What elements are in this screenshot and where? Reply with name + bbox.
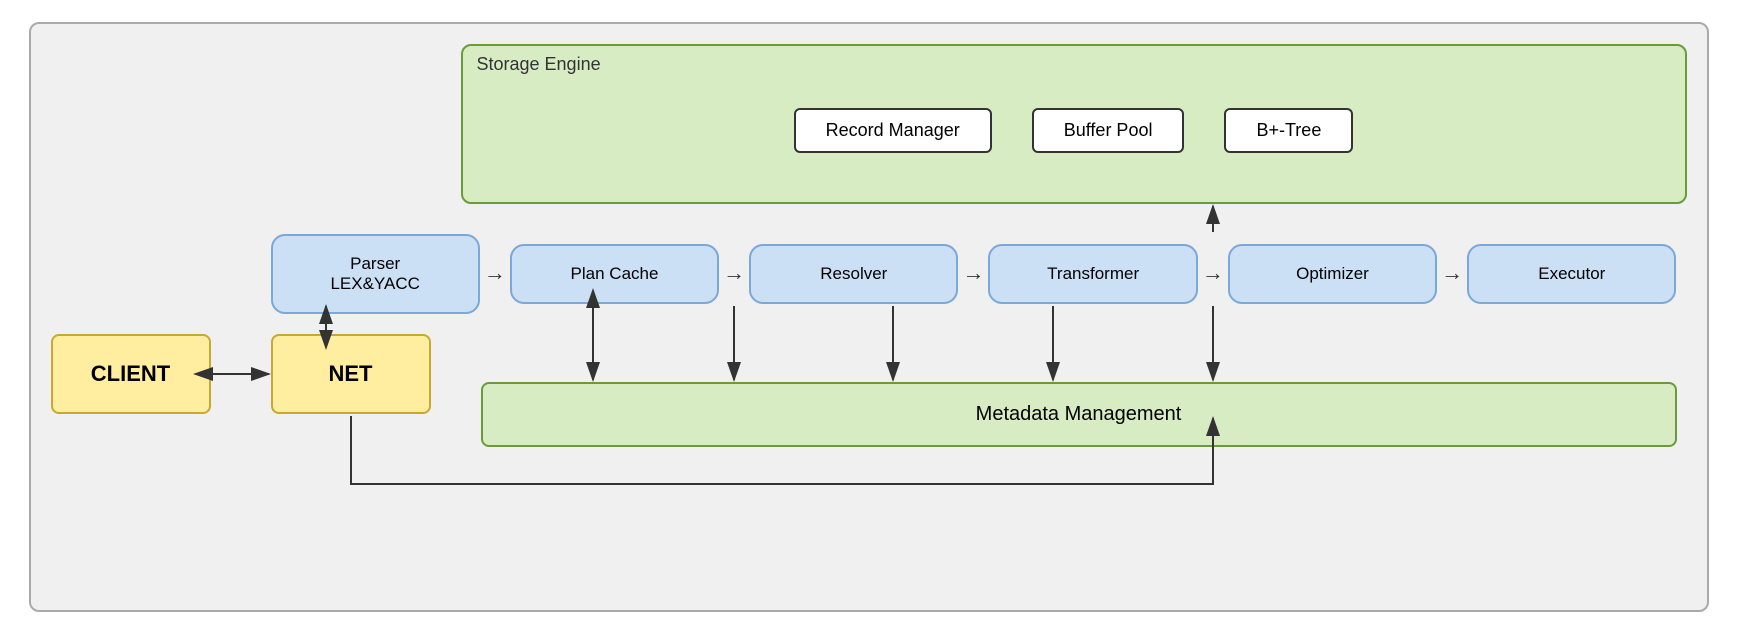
storage-boxes-row: Record Manager Buffer Pool B+-Tree [463, 81, 1685, 181]
transformer-box: Transformer [988, 244, 1197, 304]
arrow-1: → [480, 260, 510, 286]
optimizer-box: Optimizer [1228, 244, 1437, 304]
plan-cache-box: Plan Cache [510, 244, 719, 304]
metadata-box: Metadata Management [481, 382, 1677, 447]
diagram-container: Storage Engine Record Manager Buffer Poo… [29, 22, 1709, 612]
storage-engine-box: Storage Engine Record Manager Buffer Poo… [461, 44, 1687, 204]
record-manager-box: Record Manager [794, 108, 992, 153]
resolver-box: Resolver [749, 244, 958, 304]
arrow-4: → [1198, 260, 1228, 286]
executor-box: Executor [1467, 244, 1676, 304]
storage-engine-label: Storage Engine [477, 54, 601, 75]
arrow-3: → [958, 260, 988, 286]
arrow-2: → [719, 260, 749, 286]
net-box: NET [271, 334, 431, 414]
bplus-tree-box: B+-Tree [1224, 108, 1353, 153]
arrow-5: → [1437, 260, 1467, 286]
parser-box: Parser LEX&YACC [271, 234, 480, 314]
buffer-pool-box: Buffer Pool [1032, 108, 1185, 153]
pipeline-row: Parser LEX&YACC → Plan Cache → Resolver … [271, 234, 1677, 314]
client-box: CLIENT [51, 334, 211, 414]
